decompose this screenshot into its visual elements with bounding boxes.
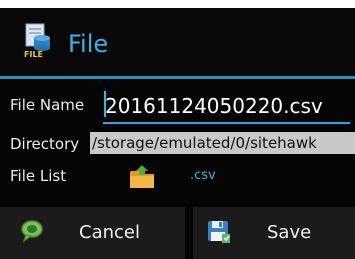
button-separator — [185, 207, 193, 259]
directory-field[interactable]: /storage/emulated/0/sitehawk — [90, 132, 355, 154]
button-bar: Cancel Save — [0, 207, 355, 259]
file-name-input[interactable] — [103, 86, 350, 124]
file-list-label: File List — [10, 167, 67, 185]
directory-label: Directory — [10, 135, 80, 153]
floppy-disk-icon — [208, 221, 230, 243]
header-divider — [0, 76, 355, 79]
dialog-header: FILE File — [0, 8, 355, 79]
file-name-label: File Name — [10, 96, 85, 114]
save-label: Save — [267, 222, 312, 243]
save-button[interactable]: Save — [193, 207, 355, 259]
folder-upload-icon[interactable] — [128, 163, 156, 190]
file-database-icon: FILE — [24, 23, 50, 59]
text-cursor — [104, 91, 106, 117]
file-extension-filter: .csv — [190, 168, 216, 183]
svg-text:FILE: FILE — [24, 50, 43, 59]
dialog-title: File — [68, 30, 109, 58]
cancel-label: Cancel — [79, 222, 140, 243]
speech-bubble-icon — [21, 220, 43, 243]
file-dialog: FILE File File Name Directory /storage/e… — [0, 8, 355, 259]
cancel-button[interactable]: Cancel — [0, 207, 185, 259]
